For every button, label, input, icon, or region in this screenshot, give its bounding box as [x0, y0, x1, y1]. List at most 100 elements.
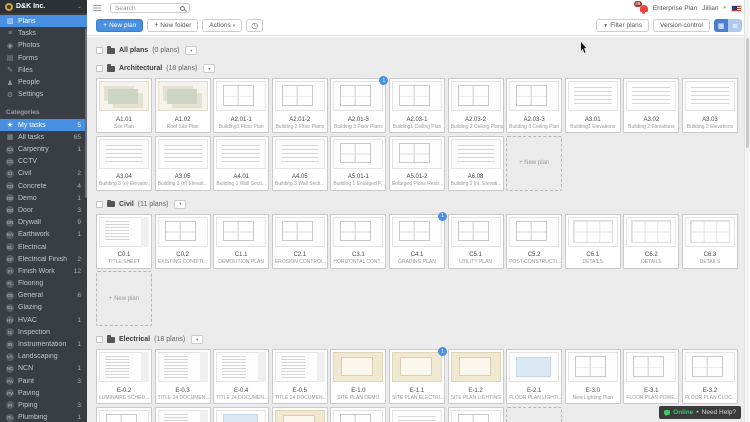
new-plan-tile[interactable]: + New plan [96, 271, 152, 326]
plan-card[interactable] [448, 407, 504, 422]
plan-card[interactable] [330, 407, 386, 422]
plan-card-a3-02[interactable]: A3.02Building 2 Elevations [623, 78, 679, 133]
plan-card-a4-05[interactable]: A4.05Building 3 Wall Secti... [272, 136, 328, 191]
category-item-earthwork[interactable]: EAEarthwork1 [0, 229, 87, 241]
plan-card-a5-01-2[interactable]: A5.01-2Enlarged Plans Restr... [389, 136, 445, 191]
plan-card-a4-01[interactable]: A4.01Building 1 Wall Secti... [213, 136, 269, 191]
plan-card-a1-01[interactable]: A1.01Site Plan [96, 78, 152, 133]
plan-card-e-3-1[interactable]: E-3.1FLOOR PLAN POWE... [623, 349, 679, 404]
plan-card-e-0-3[interactable]: E-0.3TITLE 24 DOCUMEN... [155, 349, 211, 404]
category-item-general[interactable]: GEGeneral8 [0, 290, 87, 302]
new-plan-tile[interactable]: + New plan [506, 136, 562, 191]
plan-card-e-1-2[interactable]: E-1.2SITE PLAN LIGHTING [448, 349, 504, 404]
category-item-inspection[interactable]: ISInspection [0, 326, 87, 338]
plan-card-c0-2[interactable]: C0.2EXISTING CONDITI... [155, 214, 211, 269]
category-item-plumbing[interactable]: PLPlumbing1 [0, 412, 87, 422]
plan-card-c0-1[interactable]: C0.1TITLE SHEET [96, 214, 152, 269]
plan-card-c5-1[interactable]: C5.1UTILITY PLAN [448, 214, 504, 269]
category-item-finish-work[interactable]: FIFinish Work12 [0, 265, 87, 277]
plan-card-a2-03-2[interactable]: A2.03-2Building 2 Ceiling Plans [448, 78, 504, 133]
plan-card-e-2-1[interactable]: E-2.1FLOOR PLAN LIGHTI... [506, 349, 562, 404]
sidebar-item-people[interactable]: ♟People [0, 76, 87, 88]
plan-card-c6-2[interactable]: C6.2DETAILS [623, 214, 679, 269]
section-checkbox[interactable] [96, 65, 103, 72]
search-box[interactable] [110, 3, 190, 13]
org-switcher[interactable]: D&K Inc. ⌄ [0, 0, 87, 13]
plan-card-a3-05[interactable]: A3.05Building 3 (n) Elevati... [155, 136, 211, 191]
category-item-cctv[interactable]: CCCCTV [0, 156, 87, 168]
plan-card-a2-01-3[interactable]: 1A2.01-3Building 3 Floor Plans [330, 78, 386, 133]
plan-card-e-0-4[interactable]: E-0.4TITLE 24 DOCUMEN... [213, 349, 269, 404]
plan-card-a6-08[interactable]: A6.08Building 2 Int. Elevati... [448, 136, 504, 191]
plan-card-e-0-5[interactable]: E-0.5TITLE 24 DOCUMEN... [272, 349, 328, 404]
plan-card-a2-01-2[interactable]: A2.01-2Building 2 Floor Plans [272, 78, 328, 133]
category-item-landscaping[interactable]: LALandscaping [0, 351, 87, 363]
category-item-piping[interactable]: PIPiping3 [0, 399, 87, 411]
plan-card[interactable] [213, 407, 269, 422]
category-item-demo[interactable]: DEDemo1 [0, 192, 87, 204]
plan-card-e-3-2[interactable]: E-3.2FLOOR PLAN CLOC... [682, 349, 738, 404]
plan-card[interactable] [96, 407, 152, 422]
plan-card-e-1-0[interactable]: E-1.0SITE PLAN DEMO [330, 349, 386, 404]
vertical-scrollbar[interactable] [744, 0, 750, 422]
sidebar-item-tasks[interactable]: ≡Tasks [0, 27, 87, 39]
filter-plans-button[interactable]: ▼ Filter plans [596, 19, 649, 32]
plan-card-e-1-1[interactable]: 1E-1.1SITE PLAN ELECTRI... [389, 349, 445, 404]
help-widget[interactable]: Online • Need Help? [659, 406, 741, 419]
category-item-glazing[interactable]: GLGlazing [0, 302, 87, 314]
language-flag-icon[interactable] [731, 5, 742, 12]
plan-card-a2-03-1[interactable]: A2.03-1Building1 Ceiling Plan [389, 78, 445, 133]
category-item-ncn[interactable]: NCNCN1 [0, 363, 87, 375]
sidebar-item-plans[interactable]: ▧Plans [0, 15, 87, 27]
category-item-paint[interactable]: PAPaint3 [0, 375, 87, 387]
section-checkbox[interactable] [96, 336, 103, 343]
plan-card[interactable] [389, 407, 445, 422]
section-checkbox[interactable] [96, 201, 103, 208]
grid-view-button[interactable]: ▦ [714, 19, 728, 32]
category-item-paving[interactable]: PVPaving [0, 387, 87, 399]
scrollbar-thumb[interactable] [746, 38, 749, 148]
plan-card-c1-1[interactable]: C1.1DEMOLITION PLAN [213, 214, 269, 269]
category-item-concrete[interactable]: COConcrete4 [0, 180, 87, 192]
plan-card-c6-3[interactable]: C6.3DETAILS [682, 214, 738, 269]
menu-icon[interactable] [93, 5, 101, 11]
plan-card-e-3-0[interactable]: E-3.0New Lighting Plan [565, 349, 621, 404]
category-item-flooring[interactable]: FLFlooring [0, 278, 87, 290]
category-item-civil[interactable]: CICivil2 [0, 168, 87, 180]
category-item-drywall[interactable]: DRDrywall9 [0, 217, 87, 229]
plan-card-c6-1[interactable]: C6.1DETAILS [565, 214, 621, 269]
sidebar-item-forms[interactable]: ▤Forms [0, 52, 87, 64]
actions-button[interactable]: Actions ▾ [202, 19, 242, 32]
sidebar-item-photos[interactable]: ◉Photos [0, 40, 87, 52]
new-folder-button[interactable]: + New folder [147, 19, 198, 32]
user-menu[interactable]: Jillian [702, 5, 718, 12]
plan-card-a2-01-1[interactable]: A2.01-1Building1 Floor Plan [213, 78, 269, 133]
need-help-link[interactable]: Need Help? [702, 409, 736, 416]
plan-card-a1-02[interactable]: A1.02Roof Site Plan [155, 78, 211, 133]
section-menu-button[interactable]: ▾ [203, 64, 215, 73]
section-menu-button[interactable]: ▾ [185, 46, 197, 55]
new-plan-tile[interactable]: + New plan [506, 407, 562, 422]
category-item-instrumentation[interactable]: INInstrumentation1 [0, 338, 87, 350]
plan-card-a3-03[interactable]: A3.03Building 2 Elevations [682, 78, 738, 133]
plan-card-c2-1[interactable]: C2.1EROSION CONTROL... [272, 214, 328, 269]
section-checkbox[interactable] [96, 47, 103, 54]
plan-card-a3-04[interactable]: A3.04Building 3 (e) Elevatio... [96, 136, 152, 191]
category-item-my-tasks[interactable]: ★My tasks5 [0, 119, 87, 131]
sidebar-item-files[interactable]: ✎Files [0, 64, 87, 76]
notifications-button[interactable]: 49 [636, 3, 648, 13]
section-menu-button[interactable]: ▾ [174, 200, 186, 209]
version-control-button[interactable]: Version control [653, 19, 710, 32]
section-menu-button[interactable]: ▾ [191, 335, 203, 344]
new-plan-button[interactable]: + New plan [96, 19, 143, 32]
category-item-door[interactable]: DODoor3 [0, 204, 87, 216]
sidebar-item-settings[interactable]: ⚙Settings [0, 89, 87, 101]
plan-card-a2-03-3[interactable]: A2.03-3Building 3 Ceiling Plan [506, 78, 562, 133]
search-input[interactable] [115, 5, 180, 12]
plan-card-a3-01[interactable]: A3.01Building1 Elevations [565, 78, 621, 133]
plan-card[interactable] [155, 407, 211, 422]
plan-card[interactable] [272, 407, 328, 422]
plan-card-a5-01-1[interactable]: A5.01-1Building 1 Enlarged P... [330, 136, 386, 191]
plan-card-c4-1[interactable]: 1C4.1GRADING PLAN [389, 214, 445, 269]
plan-card-c5-2[interactable]: C5.2POST-CONSTRUCTI... [506, 214, 562, 269]
